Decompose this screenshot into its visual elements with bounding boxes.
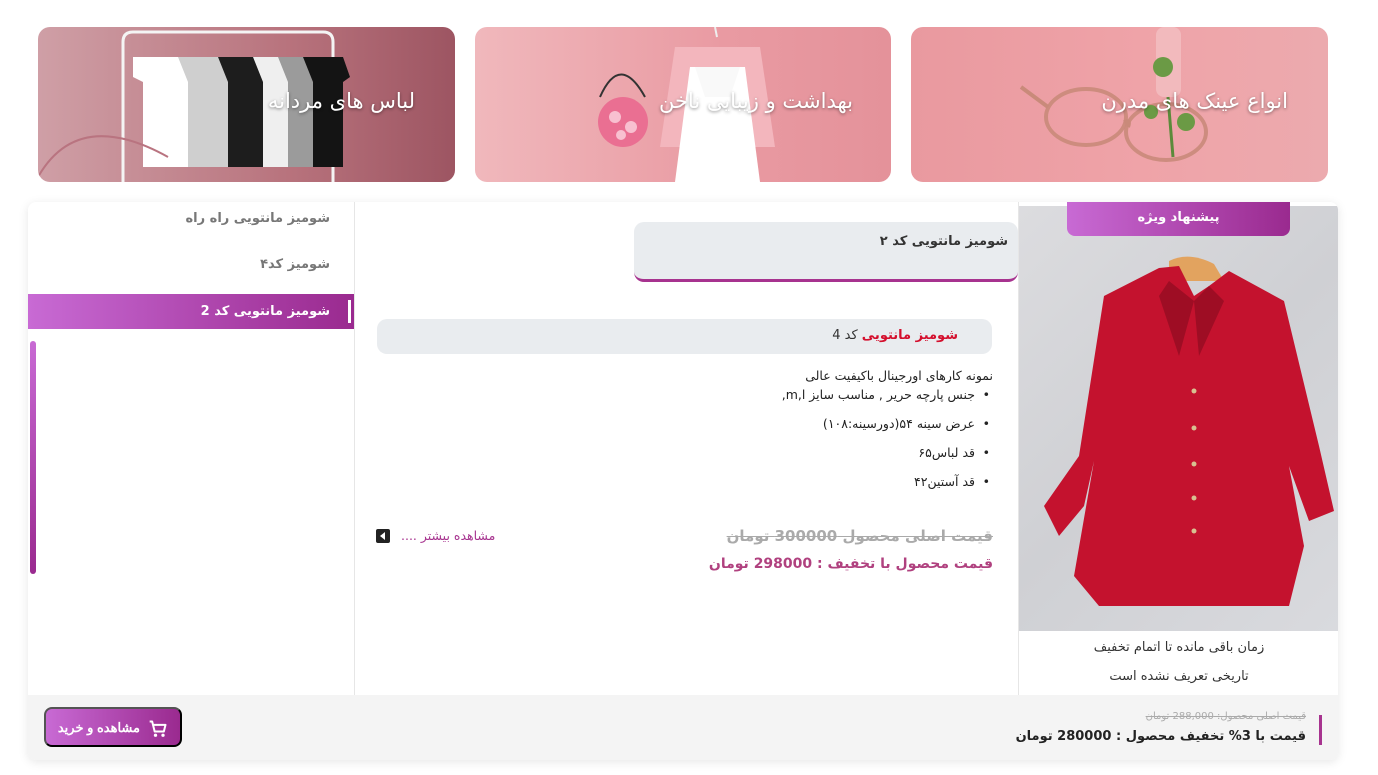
footer-accent-bar <box>1319 715 1322 745</box>
banner-mens-clothing[interactable]: لباس های مردانه <box>38 27 455 182</box>
product-image-column: پیشنهاد ویژه زمان باقی مانده تا اتمام تخ… <box>1018 202 1338 695</box>
special-offer-card: پیشنهاد ویژه زمان باقی مانده تا اتمام تخ… <box>28 202 1338 760</box>
timer-value: تاریخی تعریف نشده است <box>1109 669 1249 684</box>
footer-discounted-price: قیمت با 3% تخفیف محصول : 280000 تومان <box>1015 729 1306 744</box>
feature-item: قد آستین۴۲ <box>593 474 993 489</box>
caret-left-icon[interactable] <box>376 529 390 543</box>
feature-list: جنس پارچه حریر , مناسب سایز m,l, عرض سین… <box>593 387 993 489</box>
discounted-price: قیمت محصول با تخفیف : 298000 تومان <box>708 556 993 572</box>
description-lead: نمونه کارهای اورجینال باکیفیت عالی <box>805 368 993 383</box>
product-subtitle: شومیز مانتویی کد 4 <box>832 328 958 343</box>
feature-item: قد لباس۶۵ <box>593 445 993 460</box>
red-shirt-image <box>1044 256 1334 606</box>
view-and-buy-button[interactable]: مشاهده و خرید <box>44 707 182 747</box>
product-list-item[interactable]: شومیز کد۴ <box>260 257 330 272</box>
list-scroll-indicator <box>30 341 36 574</box>
special-offer-badge: پیشنهاد ویژه <box>1067 202 1290 236</box>
product-subtitle-box: شومیز مانتویی کد 4 <box>377 319 992 354</box>
banner-title: لباس های مردانه <box>267 89 415 113</box>
banner-title: انواع عینک های مدرن <box>1101 89 1288 113</box>
footer-original-price: قیمت اصلی محصول: 288,000 تومان <box>1145 711 1306 722</box>
product-subtitle-rest: کد 4 <box>832 328 862 343</box>
product-list-item[interactable]: شومیز مانتویی راه راه <box>186 211 331 226</box>
original-price: قیمت اصلی محصول 300000 تومان <box>726 527 993 545</box>
banner-nail-care[interactable]: بهداشت و زیبایی ناخن <box>475 27 891 182</box>
product-photo[interactable] <box>1019 206 1338 631</box>
product-title: شومیز مانتویی کد ۲ <box>879 234 1008 249</box>
buy-button-label: مشاهده و خرید <box>57 720 140 735</box>
feature-item: عرض سینه ۵۴(دورسینه:۱۰۸) <box>593 416 993 431</box>
product-list-item-active[interactable]: شومیز مانتویی کد 2 <box>28 294 354 329</box>
product-description: نمونه کارهای اورجینال باکیفیت عالی جنس پ… <box>593 368 993 503</box>
banner-title: بهداشت و زیبایی ناخن <box>658 89 853 113</box>
timer-label: زمان باقی مانده تا اتمام تخفیف <box>1093 640 1265 655</box>
banner-glasses[interactable]: انواع عینک های مدرن <box>911 27 1328 182</box>
feature-item: جنس پارچه حریر , مناسب سایز m,l, <box>593 387 993 402</box>
product-title-box: شومیز مانتویی کد ۲ <box>634 222 1018 282</box>
product-detail-column: شومیز مانتویی کد ۲ شومیز مانتویی کد 4 نم… <box>356 202 1018 695</box>
cart-icon <box>149 720 167 737</box>
product-subtitle-highlight: شومیز مانتویی <box>861 328 958 343</box>
card-footer: قیمت اصلی محصول: 288,000 تومان قیمت با 3… <box>28 695 1338 760</box>
product-list-column: شومیز مانتویی راه راه شومیز کد۴ شومیز ما… <box>28 202 355 695</box>
view-more-link[interactable]: مشاهده بیشتر .... <box>401 528 495 543</box>
